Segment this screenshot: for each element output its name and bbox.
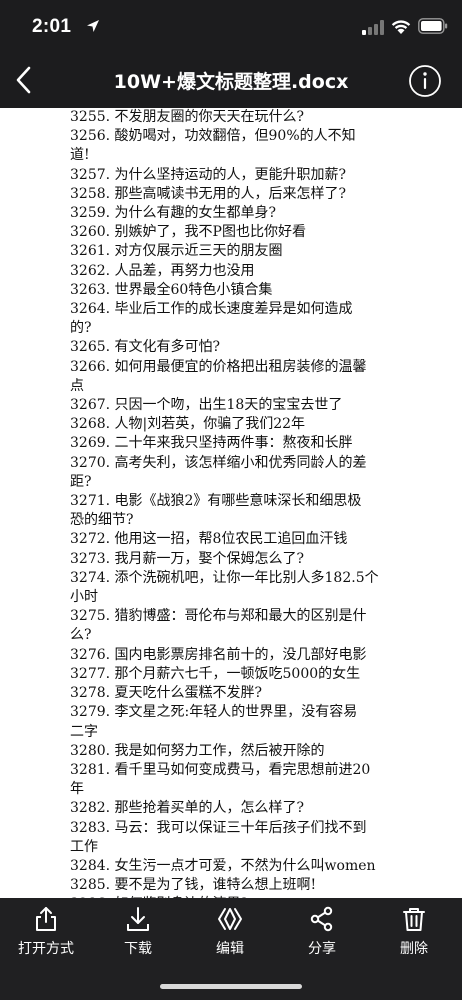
- document-line: 3259. 为什么有趣的女生都单身?: [70, 205, 277, 222]
- document-line: 3261. 对方仅展示近三天的朋友圈: [70, 243, 283, 260]
- document-viewer[interactable]: 3255. 不发朋友圈的你天天在玩什么? 3256. 酸奶喝对，功效翻倍，但90%…: [0, 108, 462, 898]
- share-nodes-icon: [310, 906, 333, 932]
- share-label: 分享: [308, 941, 336, 957]
- document-line: 3260. 别嫉妒了，我不P图也比你好看: [70, 224, 306, 241]
- document-line: 3275. 猎豹博盛：哥伦布与郑和最大的区别是什: [70, 608, 367, 625]
- download-button[interactable]: 下载: [92, 906, 184, 958]
- document-line: 二字: [70, 723, 98, 740]
- document-line: 3266. 如何用最便宜的价格把出租房装修的温馨: [70, 358, 367, 375]
- document-line: 距?: [70, 473, 92, 490]
- delete-button[interactable]: 删除: [368, 906, 460, 958]
- document-line: 3279. 李文星之死:年轻人的世界里，没有容易: [70, 704, 358, 721]
- info-icon[interactable]: [408, 64, 442, 98]
- home-indicator[interactable]: [160, 984, 302, 989]
- edit-label: 编辑: [216, 941, 244, 957]
- document-line: 3255. 不发朋友圈的你天天在玩什么?: [70, 109, 305, 125]
- document-line: 3263. 世界最全60特色小镇合集: [70, 281, 273, 298]
- document-line: 3262. 人品差，再努力也没用: [70, 262, 255, 279]
- document-title: 10W+爆文标题整理.docx: [113, 71, 349, 93]
- open-with-label: 打开方式: [18, 941, 74, 957]
- share-button[interactable]: 分享: [276, 906, 368, 958]
- document-line: 3285. 要不是为了钱，谁特么想上班啊!: [70, 877, 317, 894]
- document-line: 工作: [70, 838, 98, 855]
- share-out-icon: [36, 907, 56, 931]
- document-line: 3273. 我月薪一万，娶个保姆怎么了?: [70, 550, 305, 567]
- document-line: 点: [70, 377, 84, 394]
- document-line: 3272. 他用这一招，帮8位农民工追回血汗钱: [70, 531, 348, 548]
- navigation-bar: 10W+爆文标题整理.docx: [0, 54, 462, 108]
- document-line: 3277. 那个月薪六七千，一顿饭吃5000的女生: [70, 665, 361, 682]
- document-line: 3271. 电影《战狼2》有哪些意味深长和细思极: [70, 493, 362, 510]
- document-line: 小时: [70, 589, 98, 606]
- document-line: 3278. 夏天吃什么蛋糕不发胖?: [70, 685, 263, 702]
- document-line: 恐的细节?: [70, 512, 134, 529]
- document-line: 3281. 看千里马如何变成费马，看完思想前进20: [70, 761, 371, 778]
- document-line: 3274. 添个洗碗机吧，让你一年比别人多182.5个: [70, 569, 379, 586]
- battery-icon: [418, 18, 448, 34]
- document-line: 3267. 只因一个吻，出生18天的宝宝去世了: [70, 397, 343, 414]
- document-line: 3283. 马云：我可以保证三十年后孩子们找不到: [70, 819, 367, 836]
- back-chevron-icon[interactable]: [12, 64, 36, 96]
- cellular-signal-icon: [362, 20, 384, 35]
- document-line: 3284. 女生污一点才可爱，不然为什么叫women: [70, 857, 376, 874]
- document-line: 3264. 毕业后工作的成长速度差异是如何造成: [70, 301, 353, 318]
- document-line: 道!: [70, 147, 90, 164]
- delete-label: 删除: [400, 941, 428, 957]
- document-line: 3257. 为什么坚持运动的人，更能升职加薪?: [70, 166, 347, 183]
- document-line: 3265. 有文化有多可怕?: [70, 339, 221, 356]
- edit-icon: [218, 908, 242, 930]
- document-line: 3270. 高考失利，该怎样缩小和优秀同龄人的差: [70, 454, 367, 471]
- document-body: 3255. 不发朋友圈的你天天在玩什么? 3256. 酸奶喝对，功效翻倍，但90%…: [70, 108, 396, 898]
- document-line: 3256. 酸奶喝对，功效翻倍，但90%的人不知: [70, 128, 356, 145]
- trash-icon: [403, 908, 425, 931]
- document-line: 3258. 那些高喊读书无用的人，后来怎样了?: [70, 185, 347, 202]
- wifi-icon: [391, 20, 411, 34]
- top-bar: 2:01 10W+爆文标题整理.docx: [0, 0, 462, 108]
- location-arrow-icon: [87, 20, 99, 32]
- document-line: 3280. 我是如何努力工作，然后被开除的: [70, 742, 325, 759]
- download-label: 下载: [124, 941, 152, 957]
- document-line: 3276. 国内电影票房排名前十的，没几部好电影: [70, 646, 367, 663]
- download-icon: [127, 907, 149, 931]
- bottom-toolbar: 打开方式 下载 编辑 分享 删除: [0, 898, 462, 1000]
- open-with-button[interactable]: 打开方式: [0, 906, 92, 958]
- status-time: 2:01: [32, 16, 72, 37]
- edit-button[interactable]: 编辑: [184, 906, 276, 958]
- document-line: 么?: [70, 627, 92, 644]
- document-line: 3269. 二十年来我只坚持两件事：熬夜和长胖: [70, 435, 353, 452]
- document-line: 3268. 人物|刘若英，你骗了我们22年: [70, 416, 306, 433]
- document-line: 的?: [70, 320, 92, 337]
- document-line: 3282. 那些抢着买单的人，怎么样了?: [70, 800, 305, 817]
- document-line: 年: [70, 781, 84, 798]
- status-bar: 2:01: [0, 0, 462, 54]
